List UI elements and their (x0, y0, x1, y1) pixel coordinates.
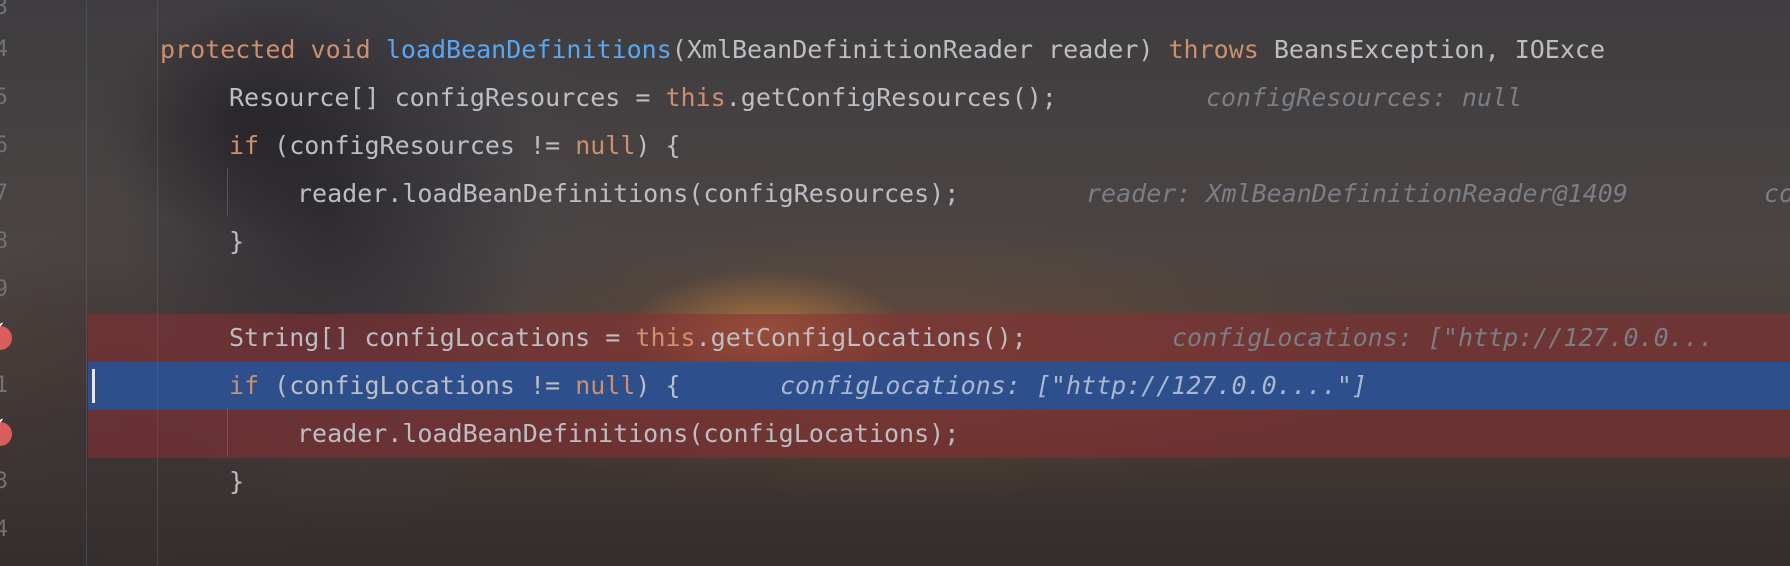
keyword: if (229, 371, 260, 400)
brace: ) { (635, 371, 681, 400)
declaration: String[] configLocations = (229, 323, 636, 352)
gutter-separator (86, 0, 87, 566)
keyword: protected (160, 35, 296, 64)
keyword: this (635, 323, 696, 352)
indent-guide (227, 168, 228, 216)
line-number[interactable]: 9 (0, 266, 8, 314)
line-number[interactable]: 8 (0, 218, 8, 266)
statement: reader.loadBeanDefinitions(configLocatio… (297, 419, 960, 448)
line-number[interactable]: 5 (0, 74, 8, 122)
keyword: void (310, 35, 371, 64)
condition: (configResources != (259, 131, 576, 160)
keyword: null (575, 131, 636, 160)
condition: (configLocations != (259, 371, 576, 400)
line-number[interactable]: 6 (0, 122, 8, 170)
breakpoint-verified-icon[interactable]: ✓ (0, 320, 12, 350)
breakpoint-verified-icon[interactable]: ✓ (0, 416, 12, 446)
code-line-breakpoint[interactable]: 2 ✓ reader.loadBeanDefinitions(configLoc… (0, 410, 1790, 458)
code-line[interactable]: 8 } (0, 218, 1790, 266)
check-icon: ✓ (0, 416, 6, 434)
code-line[interactable]: 7 reader.loadBeanDefinitions(configResou… (0, 170, 1790, 218)
code-line-current[interactable]: 1 if (configLocations != null) { configL… (0, 362, 1790, 410)
inline-debug-value[interactable]: reader: XmlBeanDefinitionReader@1409 (1086, 170, 1628, 218)
keyword: this (665, 83, 726, 112)
code-text[interactable]: Resource[] configResources = this.getCon… (229, 74, 1057, 122)
code-line[interactable]: 4 protected void loadBeanDefinitions(Xml… (0, 26, 1790, 74)
code-text[interactable]: } (229, 218, 244, 266)
code-text[interactable]: if (configLocations != null) { (229, 362, 681, 410)
code-line[interactable]: 5 Resource[] configResources = this.getC… (0, 74, 1790, 122)
code-text[interactable]: if (configResources != null) { (229, 122, 681, 170)
inline-debug-value-truncated[interactable]: co (1764, 170, 1790, 218)
text-caret (92, 369, 95, 403)
keyword: if (229, 131, 260, 160)
code-line-breakpoint[interactable]: 0 ✓ String[] configLocations = this.getC… (0, 314, 1790, 362)
line-number[interactable]: 3 (0, 458, 8, 506)
code-line[interactable]: 3 } (0, 458, 1790, 506)
code-line[interactable]: 9 (0, 266, 1790, 314)
declaration: Resource[] configResources = (229, 83, 666, 112)
method-call: .getConfigLocations(); (695, 323, 1027, 352)
code-text[interactable]: reader.loadBeanDefinitions(configResourc… (297, 170, 959, 218)
parameters: (XmlBeanDefinitionReader reader) (671, 35, 1154, 64)
exception-list: BeansException, IOExce (1273, 35, 1606, 64)
check-icon: ✓ (0, 320, 6, 338)
line-number[interactable]: 7 (0, 170, 8, 218)
code-text[interactable]: } (229, 458, 244, 506)
brace: } (229, 467, 245, 496)
method-name: loadBeanDefinitions (385, 35, 672, 64)
statement: reader.loadBeanDefinitions(configResourc… (297, 179, 960, 208)
code-editor[interactable]: 3 4 protected void loadBeanDefinitions(X… (0, 0, 1790, 566)
code-text[interactable]: String[] configLocations = this.getConfi… (229, 314, 1027, 362)
indent-guide (157, 0, 158, 566)
inline-debug-value[interactable]: configLocations: ["http://127.0.0...."] (780, 362, 1367, 410)
line-number[interactable]: 4 (0, 506, 8, 554)
inline-debug-value[interactable]: configResources: null (1206, 74, 1522, 122)
code-line[interactable]: 6 if (configResources != null) { (0, 122, 1790, 170)
code-line[interactable]: 4 (0, 506, 1790, 554)
line-number[interactable]: 4 (0, 26, 8, 74)
line-number[interactable]: 1 (0, 362, 8, 410)
inline-debug-value[interactable]: configLocations: ["http://127.0.0... (1172, 314, 1714, 362)
keyword: null (575, 371, 636, 400)
method-call: .getConfigResources(); (725, 83, 1057, 112)
brace: } (229, 227, 245, 256)
keyword: throws (1168, 35, 1259, 64)
code-text[interactable]: protected void loadBeanDefinitions(XmlBe… (160, 26, 1605, 74)
brace: ) { (635, 131, 681, 160)
indent-guide (227, 408, 228, 456)
code-text[interactable]: reader.loadBeanDefinitions(configLocatio… (297, 410, 959, 458)
